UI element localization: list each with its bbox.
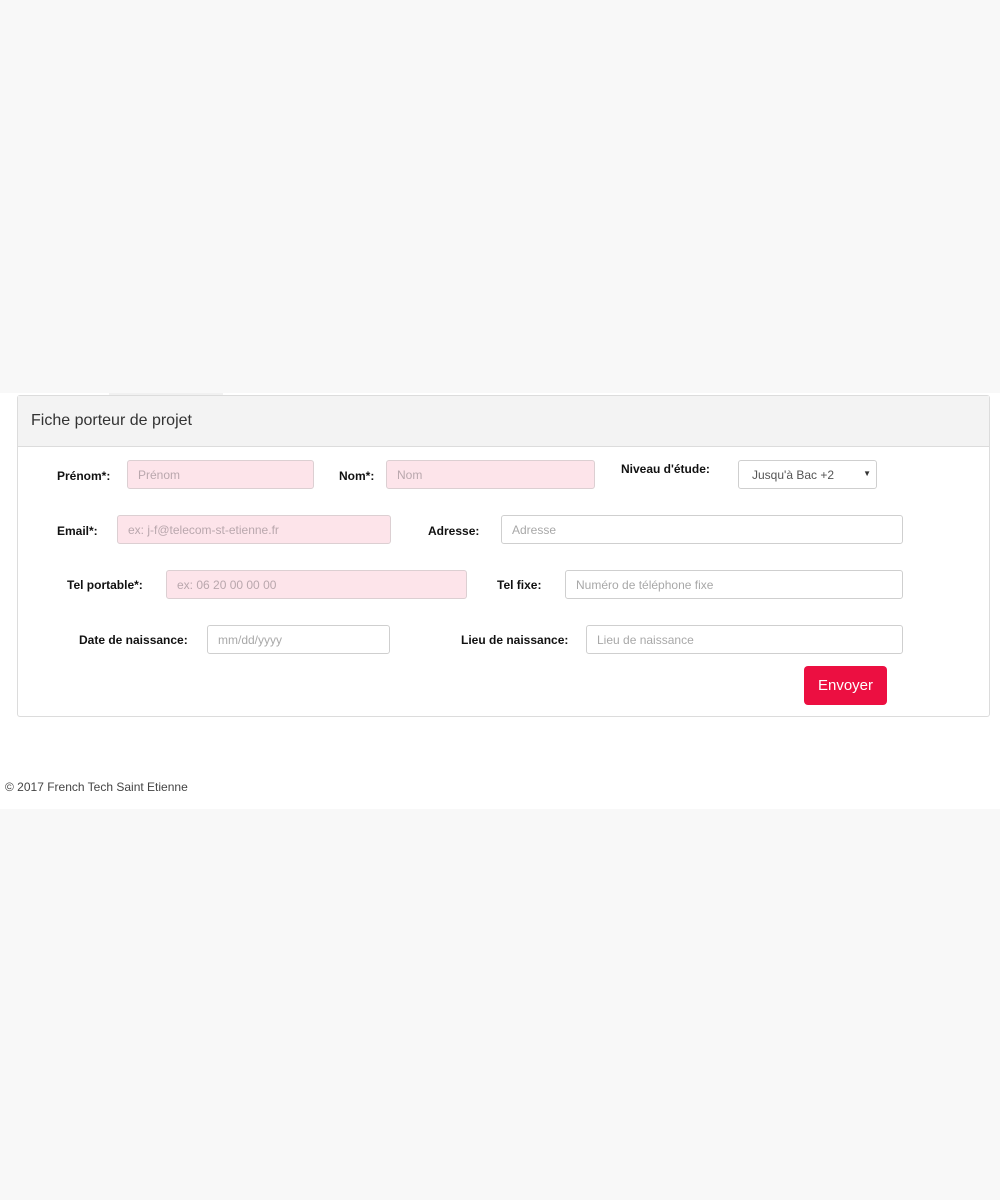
lieu-naissance-input[interactable] [586,625,903,654]
date-naissance-label: Date de naissance: [79,633,188,647]
tel-portable-label: Tel portable*: [67,578,143,592]
adresse-label: Adresse: [428,524,480,538]
prenom-input[interactable] [127,460,314,489]
project-owner-form-panel: Fiche porteur de projet Prénom*: Nom*: N… [17,395,990,717]
footer-copyright: © 2017 French Tech Saint Etienne [5,780,188,794]
caret-down-icon: ▼ [863,469,871,478]
adresse-input[interactable] [501,515,903,544]
niveau-etude-select[interactable]: Jusqu'à Bac +2 ▼ [738,460,877,489]
panel-heading: Fiche porteur de projet [18,396,989,447]
tel-fixe-label: Tel fixe: [497,578,542,592]
email-input[interactable] [117,515,391,544]
tel-fixe-input[interactable] [565,570,903,599]
nom-input[interactable] [386,460,595,489]
nom-label: Nom*: [339,469,375,483]
email-label: Email*: [57,524,98,538]
date-naissance-input[interactable] [207,625,390,654]
envoyer-button[interactable]: Envoyer [804,666,887,705]
lieu-naissance-label: Lieu de naissance: [461,633,569,647]
panel-title: Fiche porteur de projet [31,412,192,429]
prenom-label: Prénom*: [57,469,111,483]
tel-portable-input[interactable] [166,570,467,599]
niveau-etude-label: Niveau d'étude: [621,462,710,476]
niveau-etude-value: Jusqu'à Bac +2 [752,468,835,482]
